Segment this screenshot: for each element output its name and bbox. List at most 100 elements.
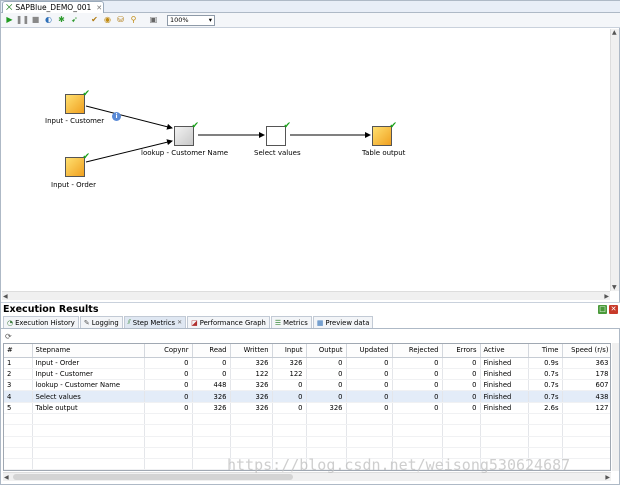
column-header[interactable]: Time bbox=[528, 344, 563, 358]
check-icon: ✔ bbox=[82, 89, 90, 99]
refresh-metrics-icon[interactable]: ⟳ bbox=[5, 332, 12, 341]
step-label: Input - Customer bbox=[45, 117, 105, 125]
table-cell bbox=[562, 424, 610, 437]
column-header[interactable]: Rejected bbox=[392, 344, 443, 358]
table-cell bbox=[442, 424, 481, 437]
table-cell: 0 bbox=[442, 357, 481, 369]
table-cell: 0 bbox=[392, 357, 443, 369]
verify-icon[interactable]: ✔ bbox=[89, 15, 100, 26]
column-header[interactable]: Stepname bbox=[32, 344, 145, 358]
check-icon: ✔ bbox=[389, 121, 397, 131]
table-cell: 0 bbox=[306, 357, 347, 369]
table-cell: 2 bbox=[4, 368, 33, 381]
scroll-right-icon[interactable]: ▶ bbox=[605, 474, 610, 481]
step-label: lookup - Customer Name bbox=[141, 149, 229, 157]
tab-metrics[interactable]: ☰ Metrics bbox=[270, 316, 312, 328]
column-header[interactable]: Copynr bbox=[144, 344, 193, 358]
table-row[interactable]: 1 Input - Order 0 0 326 326 0 0 0 0 Finished 0.9s 36… bbox=[4, 357, 610, 369]
table-cell bbox=[480, 413, 529, 426]
zoom-select[interactable]: 100% ▾ bbox=[167, 14, 215, 26]
table-row[interactable]: 4 Select values 0 326 326 0 0 0 0 0 Finished 0.7s 43… bbox=[4, 390, 610, 403]
preview-icon[interactable]: ◐ bbox=[43, 15, 54, 26]
canvas-horizontal-scrollbar[interactable]: ◀ ▶ bbox=[2, 291, 610, 300]
run-icon[interactable]: ▶ bbox=[4, 15, 15, 26]
table-cell: Finished bbox=[480, 379, 529, 392]
table-cell: 326 bbox=[272, 357, 307, 369]
table-cell: 122 bbox=[230, 368, 273, 381]
show-results-icon[interactable]: ▣ bbox=[148, 15, 159, 26]
table-cell: 326 bbox=[306, 402, 347, 414]
explore-db-icon[interactable]: ⚲ bbox=[128, 15, 139, 26]
canvas-vertical-scrollbar[interactable]: ▲ ▼ bbox=[610, 29, 619, 291]
scroll-up-icon[interactable]: ▲ bbox=[612, 29, 617, 36]
pause-icon[interactable]: ❚❚ bbox=[16, 15, 29, 26]
column-header[interactable]: Output bbox=[306, 344, 347, 358]
table-cell: Input - Order bbox=[32, 357, 145, 369]
table-cell: 326 bbox=[230, 390, 273, 403]
step-input-order-icon[interactable]: ✔ bbox=[65, 152, 90, 177]
tab-logging[interactable]: ✎ Logging bbox=[79, 316, 123, 328]
table-cell bbox=[192, 436, 231, 448]
debug-icon[interactable]: ✱ bbox=[56, 15, 67, 26]
table-cell bbox=[192, 458, 231, 470]
table-cell bbox=[392, 413, 443, 426]
table-row[interactable]: 5 Table output 0 326 326 0 326 0 0 0 Finished 2.6s 1… bbox=[4, 402, 610, 414]
table-cell bbox=[562, 413, 610, 426]
stop-icon[interactable]: ■ bbox=[30, 15, 41, 26]
table-row[interactable]: 2 Input - Customer 0 0 122 122 0 0 0 0 Finished 0.7… bbox=[4, 368, 610, 381]
step-input-customer-icon[interactable]: ✔ bbox=[65, 89, 90, 114]
table-cell bbox=[230, 436, 273, 448]
table-cell: 0 bbox=[144, 402, 193, 414]
scroll-thumb[interactable] bbox=[13, 474, 293, 480]
tab-preview-data[interactable]: ▦ Preview data bbox=[312, 316, 374, 328]
maximize-icon[interactable]: □ bbox=[598, 305, 607, 314]
table-cell: 0 bbox=[392, 402, 443, 414]
tab-execution-history[interactable]: ◔ Execution History bbox=[3, 316, 79, 328]
table-cell bbox=[480, 424, 529, 437]
column-header[interactable]: Input bbox=[272, 344, 307, 358]
scroll-down-icon[interactable]: ▼ bbox=[612, 284, 617, 291]
table-cell bbox=[32, 447, 145, 460]
table-row[interactable]: 3 lookup - Customer Name 0 448 326 0 0 0 0 0 Finis… bbox=[4, 379, 610, 392]
column-header[interactable]: Written bbox=[230, 344, 273, 358]
sql-icon[interactable]: ⛁ bbox=[115, 15, 126, 26]
table-cell: 4 bbox=[4, 390, 33, 403]
close-panel-icon[interactable]: ✕ bbox=[609, 305, 618, 314]
column-header[interactable]: Errors bbox=[442, 344, 481, 358]
column-header[interactable]: Speed (r/s) bbox=[562, 344, 610, 358]
logging-icon: ✎ bbox=[83, 318, 90, 327]
watermark: https://blog.csdn.net/weisong530624687 bbox=[227, 456, 571, 474]
column-header[interactable]: # bbox=[4, 344, 33, 358]
table-cell: 0 bbox=[442, 379, 481, 392]
tab-performance-graph[interactable]: ◪ Performance Graph bbox=[187, 316, 270, 328]
table-cell bbox=[442, 413, 481, 426]
tab-step-metrics[interactable]: ⫽ Step Metrics ✕ bbox=[123, 316, 187, 328]
table-cell bbox=[192, 447, 231, 460]
table-cell: 0 bbox=[272, 379, 307, 392]
transformation-tab[interactable]: ⨉ SAPBlue_DEMO_001 ✕ bbox=[2, 1, 104, 13]
replay-icon[interactable]: ➹ bbox=[69, 15, 80, 26]
table-vertical-scrollbar[interactable] bbox=[612, 343, 619, 471]
transformation-canvas[interactable]: ✔ Input - Customer i ✔ Input - Order ✔ l… bbox=[2, 29, 610, 291]
scroll-left-icon[interactable]: ◀ bbox=[3, 293, 8, 300]
step-table-output-icon[interactable]: ✔ bbox=[372, 121, 397, 146]
table-cell: 0 bbox=[192, 368, 231, 381]
scroll-right-icon[interactable]: ▶ bbox=[604, 293, 609, 300]
table-cell: Finished bbox=[480, 357, 529, 369]
step-select-values-icon[interactable]: ✔ bbox=[266, 121, 291, 146]
info-icon[interactable]: i bbox=[112, 112, 121, 121]
step-lookup-icon[interactable]: ✔ bbox=[174, 121, 199, 146]
chevron-down-icon: ▾ bbox=[208, 16, 212, 24]
table-cell bbox=[272, 424, 307, 437]
close-icon[interactable]: ✕ bbox=[177, 319, 182, 326]
column-header[interactable]: Updated bbox=[346, 344, 393, 358]
execution-results-title: Execution Results bbox=[3, 304, 99, 315]
table-cell: 0 bbox=[144, 390, 193, 403]
table-cell bbox=[144, 447, 193, 460]
scroll-left-icon[interactable]: ◀ bbox=[4, 474, 9, 481]
impact-icon[interactable]: ◉ bbox=[102, 15, 113, 26]
close-icon[interactable]: ✕ bbox=[96, 4, 102, 12]
table-cell bbox=[346, 436, 393, 448]
column-header[interactable]: Active bbox=[480, 344, 529, 358]
column-header[interactable]: Read bbox=[192, 344, 231, 358]
